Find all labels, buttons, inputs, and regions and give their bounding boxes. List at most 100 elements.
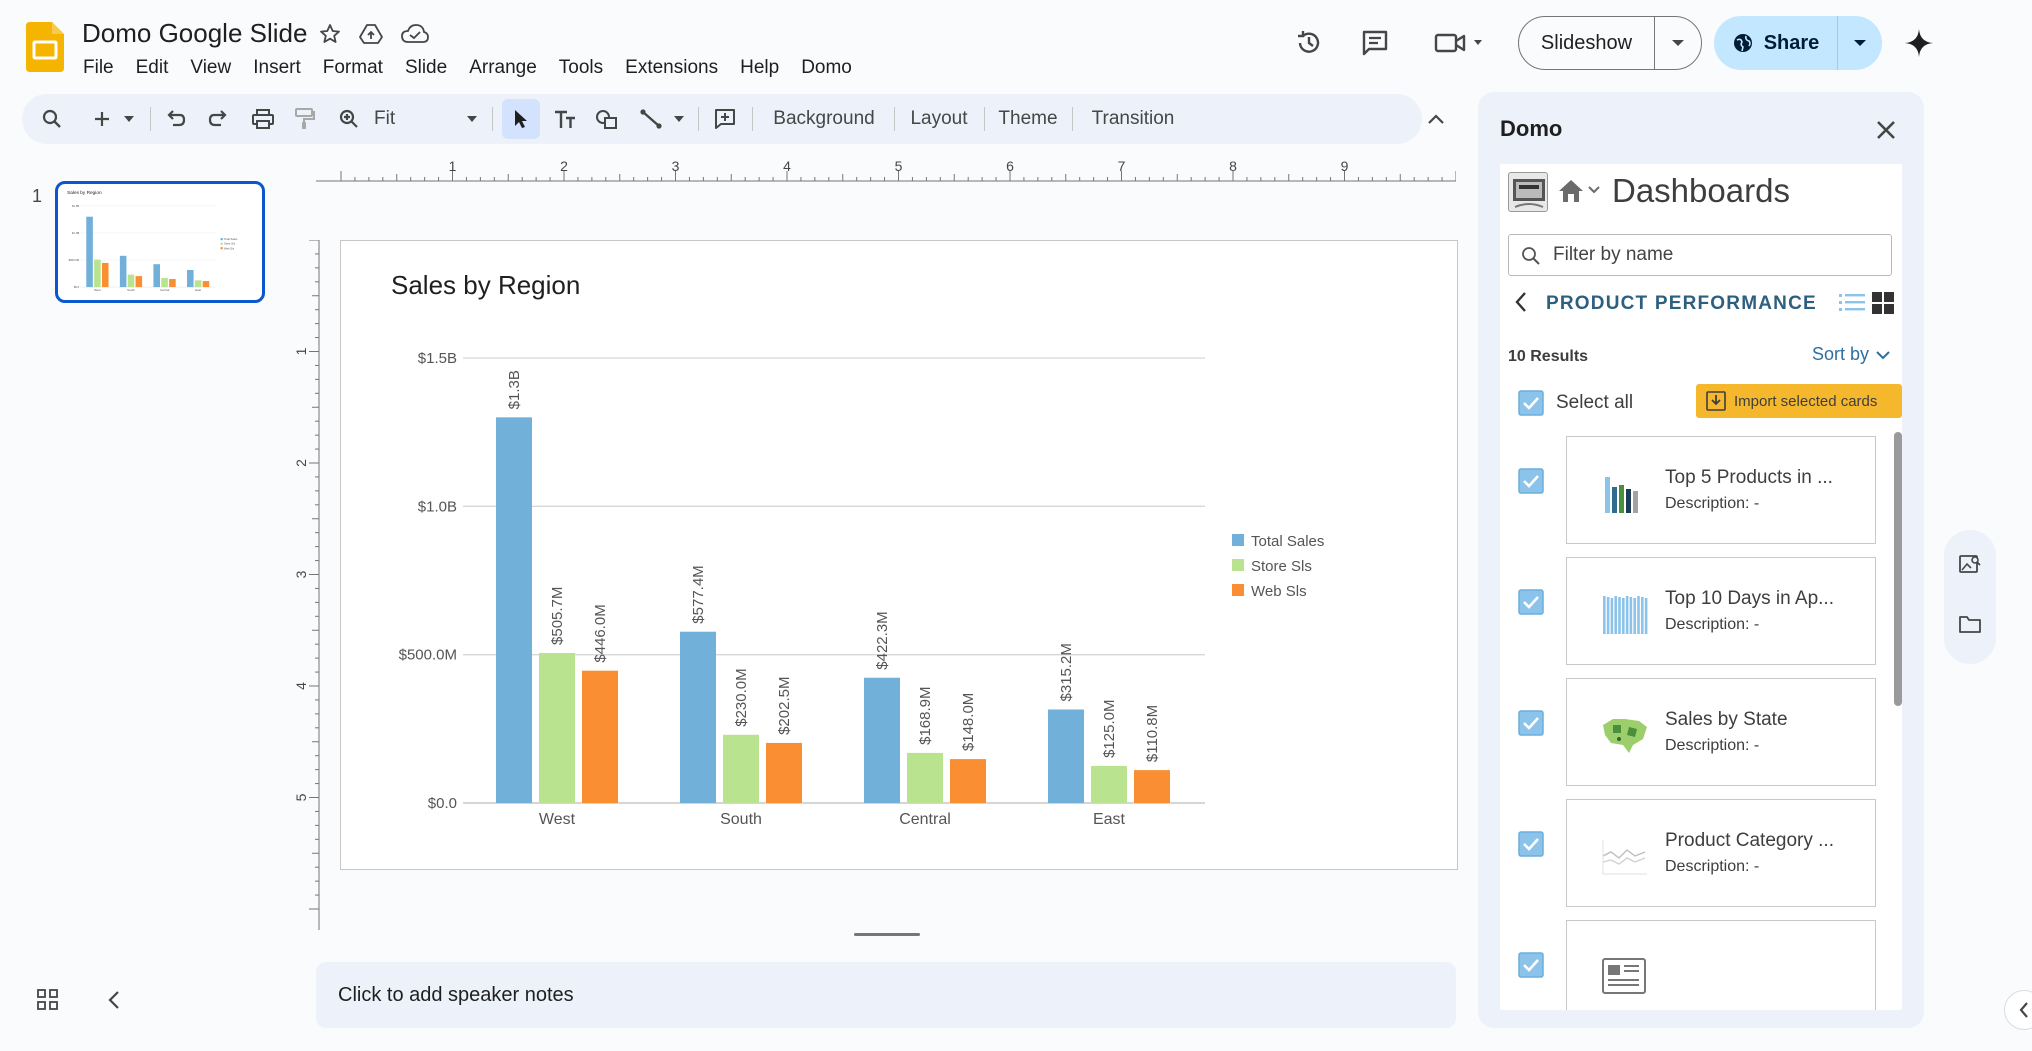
transition-button[interactable]: Transition bbox=[1078, 94, 1188, 144]
card-checkbox[interactable] bbox=[1518, 952, 1544, 978]
meet-video-icon[interactable] bbox=[1432, 26, 1492, 60]
folder-icon[interactable] bbox=[1956, 610, 1984, 638]
bar-store-sls bbox=[127, 274, 135, 288]
card-checkbox[interactable] bbox=[1518, 831, 1544, 857]
slideshow-dropdown[interactable] bbox=[1655, 17, 1701, 69]
new-slide-plus-icon[interactable] bbox=[86, 94, 118, 144]
bar-store-sls bbox=[161, 277, 168, 288]
scrollbar[interactable] bbox=[1894, 432, 1902, 706]
redo-icon[interactable] bbox=[202, 94, 236, 144]
legend-swatch bbox=[220, 237, 223, 241]
sort-by-dropdown[interactable]: Sort by bbox=[1812, 344, 1891, 365]
undo-icon[interactable] bbox=[158, 94, 192, 144]
chevron-down-icon[interactable] bbox=[1586, 182, 1602, 198]
close-icon[interactable] bbox=[1868, 112, 1904, 148]
dashboard-card[interactable]: Sales by State Description: - bbox=[1566, 678, 1876, 786]
paint-format-icon[interactable] bbox=[288, 94, 322, 144]
background-button[interactable]: Background bbox=[760, 94, 888, 144]
zoom-icon[interactable] bbox=[332, 94, 366, 144]
move-to-drive-icon[interactable] bbox=[357, 20, 385, 48]
menu-view[interactable]: View bbox=[179, 52, 242, 84]
menu-extensions[interactable]: Extensions bbox=[614, 52, 729, 84]
menu-help[interactable]: Help bbox=[729, 52, 790, 84]
dashboard-card[interactable]: Top 5 Products in ... Description: - bbox=[1566, 436, 1876, 544]
collapse-filmstrip-icon[interactable] bbox=[100, 986, 128, 1014]
y-tick-label: $1.0B bbox=[418, 498, 457, 515]
y-tick-label: $500.0M bbox=[399, 647, 457, 664]
layout-button[interactable]: Layout bbox=[900, 94, 978, 144]
slide-thumbnail[interactable]: Sales by Region $0.0 $500.0M $1.0B $1.5B West… bbox=[55, 181, 265, 303]
sales-chart[interactable]: Sales by Region $0.0 $500.0M $1.0B $1.5B $1.3… bbox=[341, 241, 1459, 871]
slides-logo-icon[interactable] bbox=[26, 22, 64, 72]
select-all-label: Select all bbox=[1556, 392, 1634, 413]
data-label: $315.2M bbox=[1058, 643, 1075, 701]
dashboard-card[interactable] bbox=[1566, 920, 1876, 1010]
speaker-notes[interactable]: Click to add speaker notes bbox=[316, 962, 1456, 1028]
menu-insert[interactable]: Insert bbox=[242, 52, 312, 84]
slide-thumbnail-preview: Sales by Region $0.0 $500.0M $1.0B $1.5B West… bbox=[67, 190, 238, 292]
dashboard-card[interactable]: Product Category ... Description: - bbox=[1566, 799, 1876, 907]
slide-canvas[interactable]: Sales by Region $0.0 $500.0M $1.0B $1.5B $1.3… bbox=[340, 240, 1458, 870]
notes-resize-handle[interactable] bbox=[854, 933, 920, 936]
expand-side-panel-icon[interactable] bbox=[2004, 990, 2032, 1030]
card-description: Description: - bbox=[1665, 616, 1760, 633]
menu-tools[interactable]: Tools bbox=[548, 52, 614, 84]
data-label: $148.0M bbox=[960, 693, 977, 751]
card-description: Description: - bbox=[1665, 737, 1760, 754]
shape-icon[interactable] bbox=[590, 94, 624, 144]
data-label: $110.8M bbox=[1144, 705, 1161, 762]
add-image-icon[interactable] bbox=[1956, 550, 1984, 578]
filter-input[interactable]: Filter by name bbox=[1508, 234, 1892, 276]
menu-format[interactable]: Format bbox=[312, 52, 394, 84]
y-tick-label: $0.0 bbox=[428, 795, 457, 812]
side-rail bbox=[1944, 530, 1996, 664]
card-row: Top 10 Days in Ap... Description: - bbox=[1500, 557, 1902, 665]
bar-total-sales bbox=[119, 255, 127, 288]
back-chevron-icon[interactable] bbox=[1510, 288, 1532, 316]
side-panel-title: Domo bbox=[1500, 116, 1563, 141]
share-dropdown[interactable] bbox=[1838, 16, 1882, 70]
data-label: $1.3B bbox=[506, 370, 523, 409]
select-all-checkbox[interactable] bbox=[1518, 390, 1544, 416]
dashboard-card[interactable]: Top 10 Days in Ap... Description: - bbox=[1566, 557, 1876, 665]
theme-button[interactable]: Theme bbox=[990, 94, 1066, 144]
version-history-icon[interactable] bbox=[1292, 26, 1326, 60]
line-dropdown-icon[interactable] bbox=[670, 94, 688, 144]
home-icon[interactable] bbox=[1556, 176, 1586, 206]
comments-icon[interactable] bbox=[1358, 26, 1392, 60]
card-name: Top 10 Days in Ap... bbox=[1665, 588, 1834, 609]
menu-file[interactable]: File bbox=[72, 52, 125, 84]
menu-arrange[interactable]: Arrange bbox=[458, 52, 548, 84]
cloud-saved-icon[interactable] bbox=[400, 20, 430, 48]
zoom-select[interactable]: Fit bbox=[372, 94, 484, 144]
grid-view-icon[interactable] bbox=[1870, 290, 1896, 316]
legend-swatch bbox=[1232, 559, 1244, 571]
select-tool-icon[interactable] bbox=[502, 99, 540, 139]
avatar[interactable] bbox=[1508, 172, 1548, 212]
print-icon[interactable] bbox=[246, 94, 280, 144]
search-menus-icon[interactable] bbox=[36, 94, 68, 144]
card-checkbox[interactable] bbox=[1518, 589, 1544, 615]
gemini-sparkle-icon[interactable] bbox=[1900, 24, 1938, 62]
import-selected-cards-button[interactable]: Import selected cards bbox=[1696, 384, 1902, 418]
globe-icon bbox=[1733, 34, 1752, 52]
card-checkbox[interactable] bbox=[1518, 468, 1544, 494]
card-checkbox[interactable] bbox=[1518, 710, 1544, 736]
card-row bbox=[1500, 920, 1902, 1010]
new-slide-dropdown-icon[interactable] bbox=[120, 94, 138, 144]
collapse-toolbar-icon[interactable] bbox=[1416, 94, 1456, 144]
slideshow-button[interactable]: Slideshow bbox=[1519, 17, 1655, 69]
legend-swatch bbox=[220, 242, 223, 245]
document-title[interactable]: Domo Google Slide bbox=[82, 18, 307, 49]
menu-slide[interactable]: Slide bbox=[394, 52, 458, 84]
share-button[interactable]: Share bbox=[1714, 16, 1838, 70]
menu-edit[interactable]: Edit bbox=[125, 52, 180, 84]
menu-domo[interactable]: Domo bbox=[790, 52, 863, 84]
line-tool-icon[interactable] bbox=[634, 94, 668, 144]
list-view-icon[interactable] bbox=[1838, 290, 1866, 316]
star-icon[interactable] bbox=[316, 20, 344, 48]
insert-comment-icon[interactable] bbox=[708, 94, 742, 144]
text-box-icon[interactable] bbox=[548, 94, 582, 144]
ruler-label: 6 bbox=[1006, 158, 1014, 174]
grid-view-icon[interactable] bbox=[34, 986, 62, 1014]
